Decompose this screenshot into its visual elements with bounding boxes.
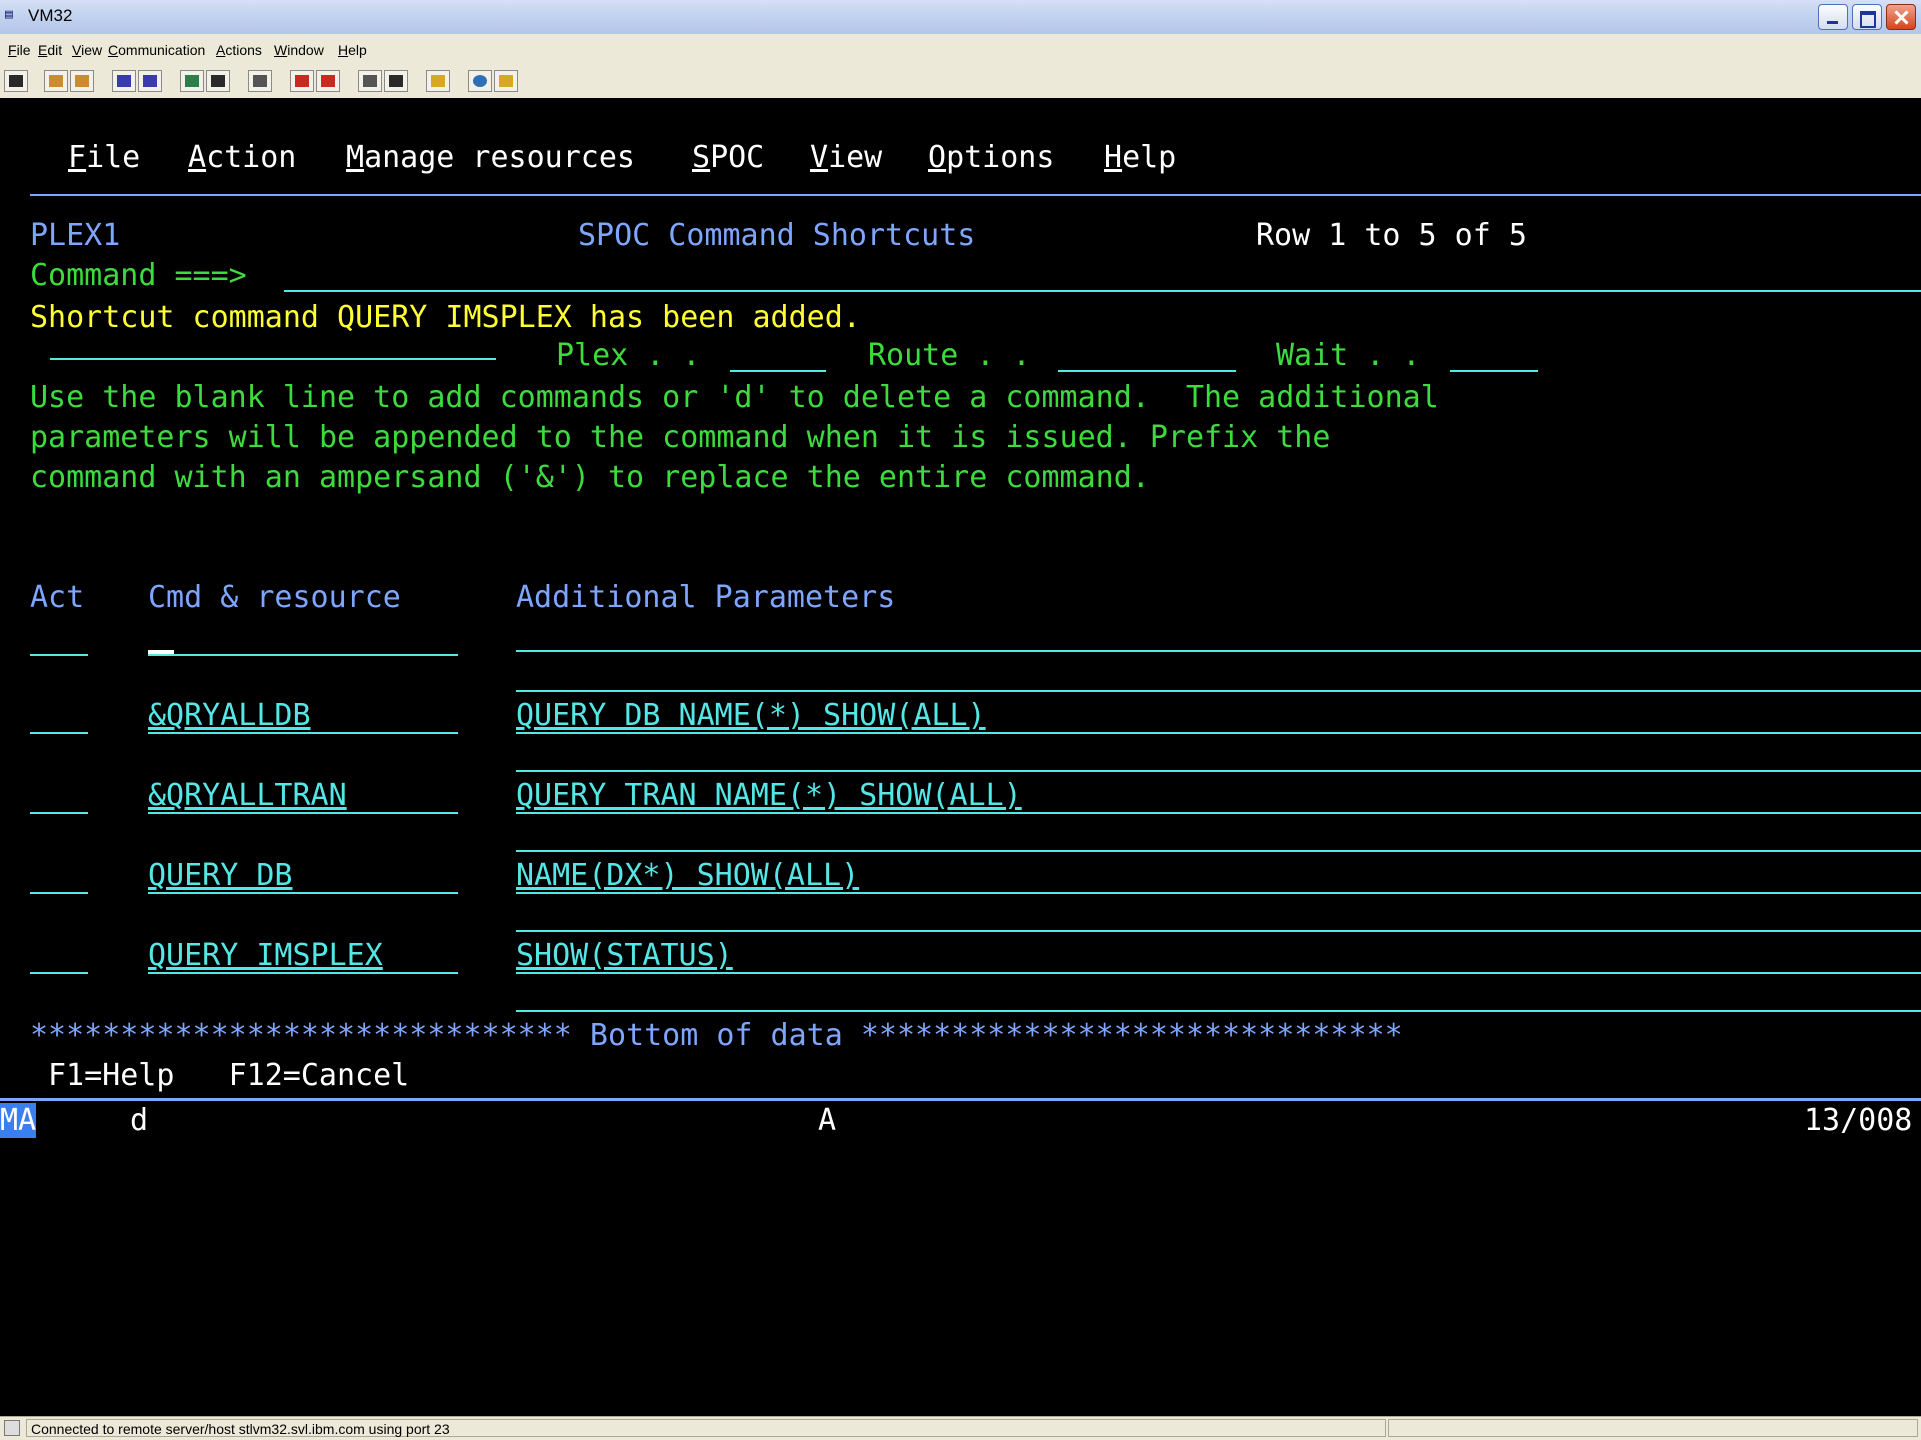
title-bar[interactable]: ▤ VM32 (0, 0, 1921, 35)
command-label: Command ===> (30, 258, 247, 293)
instruction-line-1: Use the blank line to add commands or 'd… (30, 380, 1439, 415)
terminal-screen[interactable]: File Action Manage resources SPOC View O… (0, 98, 1921, 1416)
row-info: Row 1 to 5 of 5 (1256, 218, 1527, 253)
emulator-window: ▤ VM32 File Edit View Communication Acti… (0, 0, 1921, 1440)
menu-file[interactable]: File (8, 42, 31, 58)
stop-icon[interactable] (384, 70, 408, 92)
oia-mode: A (818, 1103, 837, 1138)
paste-icon[interactable] (70, 70, 94, 92)
instruction-line-3: command with an ampersand ('&') to repla… (30, 460, 1150, 495)
action-spoc[interactable]: SPOC (692, 140, 764, 176)
cmd-underline (148, 812, 458, 814)
status-panel (1388, 1419, 1918, 1437)
action-help[interactable]: Help (1104, 140, 1176, 176)
params-input[interactable] (516, 770, 1921, 772)
toolbar (0, 66, 1921, 98)
params-underline (516, 732, 1921, 734)
file-transfer-receive-icon[interactable] (316, 70, 340, 92)
clipboard-icon[interactable] (426, 70, 450, 92)
params-input[interactable] (516, 850, 1921, 852)
file-transfer-send-icon[interactable] (290, 70, 314, 92)
connection-icon (4, 1420, 20, 1436)
macro-icon[interactable] (180, 70, 204, 92)
action-view[interactable]: View (810, 140, 882, 176)
keyboard-icon[interactable] (494, 70, 518, 92)
params-input[interactable] (516, 690, 1921, 692)
menu-communication[interactable]: Communication (108, 42, 205, 58)
display-icon[interactable] (4, 70, 28, 92)
print-icon[interactable] (248, 70, 272, 92)
maximize-button[interactable] (1852, 4, 1882, 30)
window-title: VM32 (28, 6, 73, 25)
cmd-value[interactable]: &QRYALLDB (148, 698, 311, 734)
connection-status: Connected to remote server/host stlvm32.… (26, 1419, 1386, 1437)
cmd-underline (148, 892, 458, 894)
params-value[interactable]: SHOW(STATUS) (516, 938, 733, 974)
params-value[interactable]: QUERY TRAN NAME(*) SHOW(ALL) (516, 778, 1022, 814)
oia-char: d (130, 1103, 149, 1138)
cmd-input[interactable] (148, 654, 458, 656)
plex-name: PLEX1 (30, 218, 121, 253)
send-icon[interactable] (112, 70, 136, 92)
command-input[interactable] (284, 290, 1921, 292)
action-manage-resources[interactable]: Manage resources (346, 140, 635, 176)
route-label: Route . . (868, 338, 1031, 373)
params-input[interactable] (516, 930, 1921, 932)
cmd-value[interactable]: QUERY DB (148, 858, 293, 894)
cmd-value[interactable]: QUERY IMSPLEX (148, 938, 383, 974)
status-bar: Connected to remote server/host stlvm32.… (0, 1416, 1921, 1440)
wait-label: Wait . . (1276, 338, 1421, 373)
params-value[interactable]: QUERY DB NAME(*) SHOW(ALL) (516, 698, 986, 734)
params-input[interactable] (516, 650, 1921, 652)
menu-view[interactable]: View (72, 42, 102, 58)
copy-icon[interactable] (44, 70, 68, 92)
params-input[interactable] (516, 1010, 1921, 1012)
action-bar-separator (30, 194, 1921, 196)
close-button[interactable] (1886, 4, 1916, 30)
terminal-app-icon: ▤ (5, 7, 13, 22)
app-menu-bar: File Edit View Communication Actions Win… (0, 34, 1921, 67)
menu-window[interactable]: Window (274, 42, 324, 58)
menu-actions[interactable]: Actions (216, 42, 262, 58)
action-options[interactable]: Options (928, 140, 1054, 176)
action-action[interactable]: Action (188, 140, 296, 176)
act-input[interactable] (30, 972, 88, 974)
cmd-underline (148, 732, 458, 734)
params-value[interactable]: NAME(DX*) SHOW(ALL) (516, 858, 859, 894)
col-act-header: Act (30, 580, 85, 615)
plex-input[interactable] (730, 370, 826, 372)
wait-input[interactable] (1450, 370, 1538, 372)
function-keys: F1=Help F12=Cancel (48, 1058, 410, 1093)
cmd-underline (148, 972, 458, 974)
instruction-line-2: parameters will be appended to the comma… (30, 420, 1331, 455)
minimize-button[interactable] (1818, 4, 1848, 30)
record-icon[interactable] (206, 70, 230, 92)
col-params-header: Additional Parameters (516, 580, 896, 615)
params-underline (516, 972, 1921, 974)
act-input[interactable] (30, 892, 88, 894)
act-input[interactable] (30, 654, 88, 656)
act-input[interactable] (30, 812, 88, 814)
oia-cursor-position: 13/008 (1804, 1103, 1913, 1138)
text-cursor (148, 650, 174, 654)
col-cmd-header: Cmd & resource (148, 580, 401, 615)
globe-icon[interactable] (468, 70, 492, 92)
bottom-of-data: ****************************** Bottom of… (30, 1018, 1403, 1053)
play-icon[interactable] (358, 70, 382, 92)
receive-icon[interactable] (138, 70, 162, 92)
plex-label: Plex . . (556, 338, 701, 373)
menu-help[interactable]: Help (338, 42, 367, 58)
action-file[interactable]: File (68, 140, 140, 176)
params-command-field[interactable] (50, 358, 496, 360)
oia-separator (0, 1098, 1921, 1101)
route-input[interactable] (1058, 370, 1236, 372)
act-input[interactable] (30, 732, 88, 734)
params-underline (516, 812, 1921, 814)
panel-title: SPOC Command Shortcuts (578, 218, 976, 253)
params-underline (516, 892, 1921, 894)
status-message: Shortcut command QUERY IMSPLEX has been … (30, 300, 861, 335)
cmd-value[interactable]: &QRYALLTRAN (148, 778, 347, 814)
oia-ma-indicator: MA (0, 1103, 37, 1138)
menu-edit[interactable]: Edit (38, 42, 62, 58)
